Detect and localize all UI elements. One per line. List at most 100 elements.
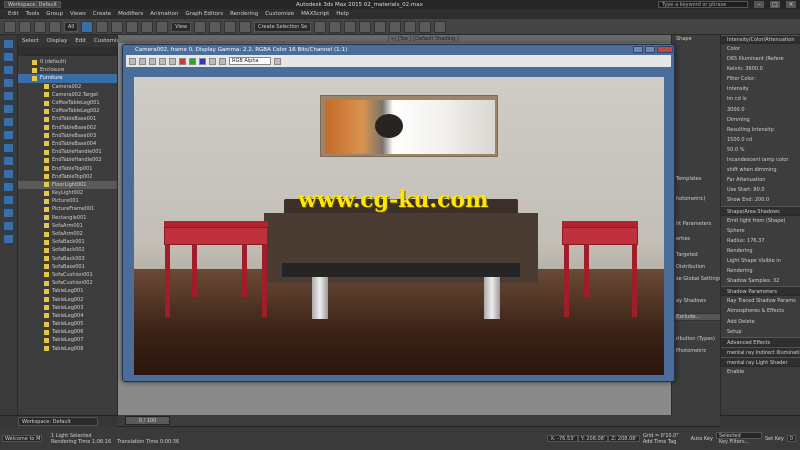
scene-tree-item[interactable]: SofaCushion002 bbox=[18, 279, 117, 287]
maxscript-listener[interactable]: Welcome to M bbox=[2, 435, 42, 442]
explorer-tab-edit[interactable]: Edit bbox=[75, 38, 86, 44]
warp-filter-icon[interactable] bbox=[3, 117, 14, 127]
scene-tree-item[interactable]: TableLeg002 bbox=[18, 295, 117, 303]
all-filter-icon[interactable] bbox=[3, 169, 14, 179]
clone-window-icon[interactable] bbox=[149, 57, 156, 65]
scene-tree-item[interactable]: Camera002.Target bbox=[18, 91, 117, 99]
scene-tree-item[interactable]: FloorLight001 bbox=[18, 180, 117, 189]
parameter-row[interactable]: shift when dimming bbox=[721, 165, 800, 175]
scene-tree-item[interactable]: Enclosure bbox=[18, 66, 117, 74]
parameter-row[interactable]: Intensity bbox=[721, 84, 800, 94]
render-icon[interactable] bbox=[434, 20, 447, 33]
helper-filter-icon[interactable] bbox=[3, 104, 14, 114]
parameter-row[interactable]: Enable bbox=[721, 367, 800, 377]
add-time-tag-button[interactable]: Add Time Tag bbox=[640, 439, 682, 445]
rendered-frame-icon[interactable] bbox=[419, 20, 432, 33]
explorer-workspace-dropdown[interactable]: Workspace: Default bbox=[18, 417, 98, 426]
rotate-icon[interactable] bbox=[141, 20, 154, 33]
invert-filter-icon[interactable] bbox=[3, 195, 14, 205]
channel-dropdown[interactable]: RGB Alpha bbox=[229, 57, 271, 65]
selection-filter-dropdown[interactable]: All bbox=[64, 21, 79, 32]
parameter-row[interactable]: Sphere bbox=[721, 226, 800, 236]
menu-item-customize[interactable]: Customize bbox=[265, 11, 294, 17]
copy-image-icon[interactable] bbox=[139, 57, 146, 65]
explorer-tab-display[interactable]: Display bbox=[47, 38, 67, 44]
scene-tree-item[interactable]: SofaBack002 bbox=[18, 246, 117, 254]
parameter-row[interactable]: Atmospheres & Effects bbox=[721, 306, 800, 316]
parameter-row[interactable]: Use Start: 80.0 bbox=[721, 185, 800, 195]
parameter-row[interactable]: 3000.0 bbox=[721, 105, 800, 115]
scene-tree-item[interactable]: EndTableTop002 bbox=[18, 173, 117, 181]
shape-filter-icon[interactable] bbox=[3, 65, 14, 75]
select-object-icon[interactable] bbox=[81, 20, 94, 33]
frame-minimize-button[interactable] bbox=[633, 46, 643, 53]
explorer-tab-select[interactable]: Select bbox=[22, 38, 39, 44]
maximize-button[interactable]: □ bbox=[770, 1, 780, 8]
parameter-row[interactable]: Filter Color: bbox=[721, 74, 800, 84]
percent-snap-icon[interactable] bbox=[239, 20, 252, 33]
menu-item-create[interactable]: Create bbox=[93, 11, 111, 17]
menu-item-views[interactable]: Views bbox=[70, 11, 86, 17]
key-mode-dropdown[interactable]: Selected bbox=[715, 432, 762, 439]
rollout-header[interactable]: Shadow Parameters bbox=[721, 286, 800, 297]
scene-tree-item[interactable]: EndTableBase001 bbox=[18, 115, 117, 123]
parameter-row[interactable]: Kelvin: 3600.0 bbox=[721, 64, 800, 74]
rollout-header[interactable]: Advanced Effects bbox=[721, 336, 800, 347]
key-filters-button[interactable]: Key Filters... bbox=[716, 439, 762, 445]
scene-tree-item[interactable]: TableLeg003 bbox=[18, 304, 117, 312]
time-slider[interactable]: 0 / 100 bbox=[125, 416, 170, 425]
pivot-icon[interactable] bbox=[194, 20, 207, 33]
rectangular-selection-icon[interactable] bbox=[111, 20, 124, 33]
minimize-button[interactable]: – bbox=[754, 1, 764, 8]
close-button[interactable]: × bbox=[786, 1, 796, 8]
green-channel-icon[interactable] bbox=[189, 57, 196, 65]
scene-tree-item[interactable]: TableLeg008 bbox=[18, 345, 117, 353]
explorer-search-bar[interactable] bbox=[18, 47, 117, 56]
menu-item-modifiers[interactable]: Modifiers bbox=[118, 11, 143, 17]
parameter-row[interactable]: Emit light from (Shape) bbox=[721, 216, 800, 226]
unlink-icon[interactable] bbox=[49, 20, 61, 33]
scene-tree-item[interactable]: EndTableBase003 bbox=[18, 132, 117, 140]
link-icon[interactable] bbox=[34, 20, 46, 33]
angle-snap-icon[interactable] bbox=[224, 20, 237, 33]
blue-channel-icon[interactable] bbox=[199, 57, 206, 65]
x-coordinate-field[interactable]: X: -76.53' bbox=[547, 435, 578, 442]
scene-tree-item[interactable]: TableLeg007 bbox=[18, 336, 117, 344]
parameter-row[interactable]: Incandescent lamp color bbox=[721, 155, 800, 165]
layer-icon[interactable] bbox=[344, 20, 357, 33]
curve-editor-icon[interactable] bbox=[359, 20, 372, 33]
align-icon[interactable] bbox=[329, 20, 342, 33]
scene-tree-item[interactable]: 0 (default) bbox=[18, 58, 117, 66]
redo-icon[interactable] bbox=[19, 20, 31, 33]
set-key-button[interactable]: Set Key bbox=[762, 436, 787, 442]
frame-close-button[interactable] bbox=[657, 46, 673, 53]
parameter-row[interactable]: Radius: 176.37 bbox=[721, 236, 800, 246]
menu-item-tools[interactable]: Tools bbox=[26, 11, 40, 17]
named-selection-dropdown[interactable]: Create Selection Se bbox=[254, 21, 312, 32]
scene-tree-item[interactable]: EndTableTop001 bbox=[18, 164, 117, 172]
scene-tree-item[interactable]: KeyLight002 bbox=[18, 189, 117, 197]
render-setup-icon[interactable] bbox=[404, 20, 417, 33]
scene-tree-item[interactable]: SofaBack001 bbox=[18, 238, 117, 246]
undo-icon[interactable] bbox=[4, 20, 16, 33]
schematic-icon[interactable] bbox=[374, 20, 387, 33]
parameter-row[interactable]: Light Shape Visible in bbox=[721, 256, 800, 266]
scene-tree-item[interactable]: EndTableHandle001 bbox=[18, 148, 117, 156]
scene-tree-item[interactable]: PictureFrame001 bbox=[18, 205, 117, 213]
scene-tree-item[interactable]: Picture001 bbox=[18, 197, 117, 205]
z-coordinate-field[interactable]: Z: 208.08' bbox=[608, 435, 640, 442]
menu-item-animation[interactable]: Animation bbox=[150, 11, 178, 17]
scene-tree-item[interactable]: SofaBase001 bbox=[18, 263, 117, 271]
move-icon[interactable] bbox=[126, 20, 139, 33]
command-panel-partial-label[interactable]: Exclude... bbox=[672, 313, 721, 321]
scene-tree-item[interactable]: Rectangle001 bbox=[18, 214, 117, 222]
toggle-ui-icon[interactable] bbox=[274, 57, 281, 65]
frame-window-titlebar[interactable]: Camera002, frame 0, Display Gamma: 2.2, … bbox=[123, 45, 674, 55]
snap-icon[interactable] bbox=[209, 20, 222, 33]
reference-coord-dropdown[interactable]: View bbox=[171, 21, 192, 32]
sort-icon[interactable] bbox=[3, 234, 14, 244]
y-coordinate-field[interactable]: Y: 208.08' bbox=[577, 435, 609, 442]
rollout-header[interactable]: mental ray Indirect Illumination bbox=[721, 346, 800, 357]
parameter-row[interactable]: Dimming bbox=[721, 115, 800, 125]
menu-item-graph-editors[interactable]: Graph Editors bbox=[185, 11, 223, 17]
